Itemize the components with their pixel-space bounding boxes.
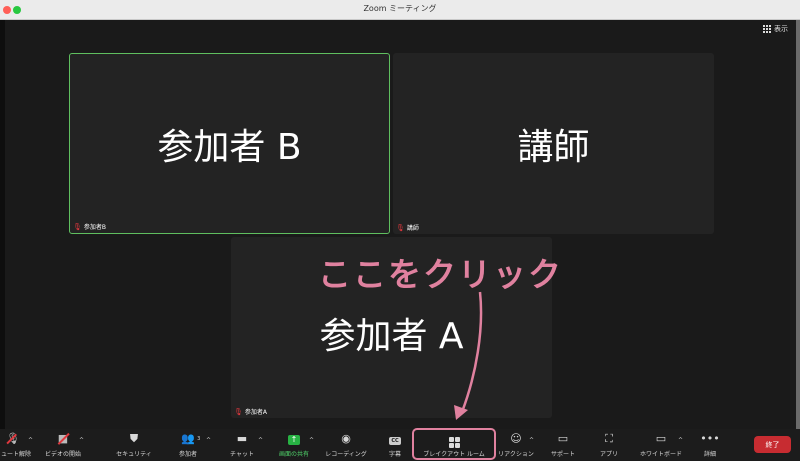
chat-label: チャット <box>230 450 254 458</box>
tile-label-text: 講師 <box>406 225 419 232</box>
end-meeting-button[interactable]: 終了 <box>754 436 791 453</box>
muted-mic-icon: 🎙 <box>6 432 20 446</box>
share-screen-label: 画面の共有 <box>278 450 309 458</box>
participants-label: 参加者 <box>178 450 197 458</box>
muted-mic-icon: 🎙 <box>73 222 82 231</box>
tile-label: 🎙 講師 <box>396 223 419 233</box>
window-title: Zoom ミーティング <box>363 4 437 13</box>
whiteboard-icon: ▭ <box>655 431 667 445</box>
annotation-text: ここをクリック <box>318 255 563 294</box>
tile-label-text: 参加者A <box>244 409 267 416</box>
apps-label: アプリ <box>599 450 618 458</box>
apps-icon: ⛶ <box>605 431 613 445</box>
share-screen-button[interactable]: ↑ 画面の共有 <box>272 429 316 461</box>
tile-name: 参加者 B <box>157 126 302 168</box>
record-icon: ◉ <box>341 431 351 445</box>
reactions-label: リアクション <box>498 450 534 458</box>
chevron-up-icon[interactable]: ^ <box>79 437 84 444</box>
view-button-label: 表示 <box>774 25 788 33</box>
unmute-label: ミュート解除 <box>0 450 31 458</box>
whiteboard-label: ホワイトボード <box>639 450 682 458</box>
left-edge <box>0 20 5 430</box>
chevron-up-icon[interactable]: ^ <box>678 437 683 444</box>
video-tile-instructor[interactable]: 講師 🎙 講師 <box>393 53 714 234</box>
breakout-highlight-box <box>412 428 496 460</box>
share-screen-icon: ↑ <box>288 433 300 446</box>
chevron-up-icon[interactable]: ^ <box>28 437 33 444</box>
start-video-button[interactable]: ■ ビデオの開始 <box>40 429 86 461</box>
security-label: セキュリティ <box>116 450 152 458</box>
record-label: レコーディング <box>325 450 367 458</box>
captions-button[interactable]: CC 字幕 <box>378 429 412 461</box>
security-button[interactable]: ⛊ セキュリティ <box>108 429 160 461</box>
chevron-up-icon[interactable]: ^ <box>309 437 314 444</box>
support-label: サポート <box>550 450 575 458</box>
tile-label: 🎙 参加者A <box>234 407 267 417</box>
chevron-up-icon[interactable]: ^ <box>206 437 211 444</box>
whiteboard-button[interactable]: ▭ ホワイトボード <box>634 429 688 461</box>
support-button[interactable]: ▭ サポート <box>540 429 586 461</box>
chevron-up-icon[interactable]: ^ <box>529 437 534 444</box>
chat-icon: ▬ <box>236 431 248 445</box>
participants-icon: 👥 3 <box>181 431 201 445</box>
apps-button[interactable]: ⛶ アプリ <box>590 429 628 461</box>
muted-mic-icon: 🎙 <box>234 407 243 416</box>
start-video-label: ビデオの開始 <box>44 450 81 458</box>
more-button[interactable]: ••• 詳細 <box>692 429 728 461</box>
participants-button[interactable]: 👥 3 参加者 <box>166 429 210 461</box>
shield-icon: ⛊ <box>129 431 139 445</box>
tile-name: 講師 <box>517 126 590 168</box>
video-off-icon: ■ <box>57 432 70 446</box>
smiley-icon: ☺ <box>510 431 522 445</box>
video-tile-participant-b[interactable]: 参加者 B 🎙 参加者B <box>69 53 390 234</box>
tile-label: 🎙 参加者B <box>73 222 107 232</box>
meeting-toolbar: 🎙 ミュート解除 ^ ■ ビデオの開始 ^ ⛊ セキュリティ 👥3 参加者 ^ … <box>0 429 800 461</box>
view-button[interactable]: 表示 <box>763 24 788 34</box>
reactions-button[interactable]: ☺ リアクション <box>494 429 538 461</box>
captions-icon: CC <box>389 436 401 445</box>
chevron-up-icon[interactable]: ^ <box>258 437 263 444</box>
record-button[interactable]: ◉ レコーディング <box>320 429 372 461</box>
muted-mic-icon: 🎙 <box>396 223 405 232</box>
chat-button[interactable]: ▬ チャット <box>220 429 264 461</box>
cast-icon: ▭ <box>557 431 569 445</box>
window-titlebar: Zoom ミーティング <box>0 0 800 20</box>
more-icon: ••• <box>700 431 720 445</box>
captions-label: 字幕 <box>388 450 401 458</box>
participants-count: 3 <box>197 435 201 442</box>
unmute-button[interactable]: 🎙 ミュート解除 <box>0 429 36 461</box>
right-scrollbar[interactable] <box>796 20 800 430</box>
tile-label-text: 参加者B <box>83 224 107 231</box>
grid-icon <box>763 25 771 33</box>
more-label: 詳細 <box>703 450 716 458</box>
